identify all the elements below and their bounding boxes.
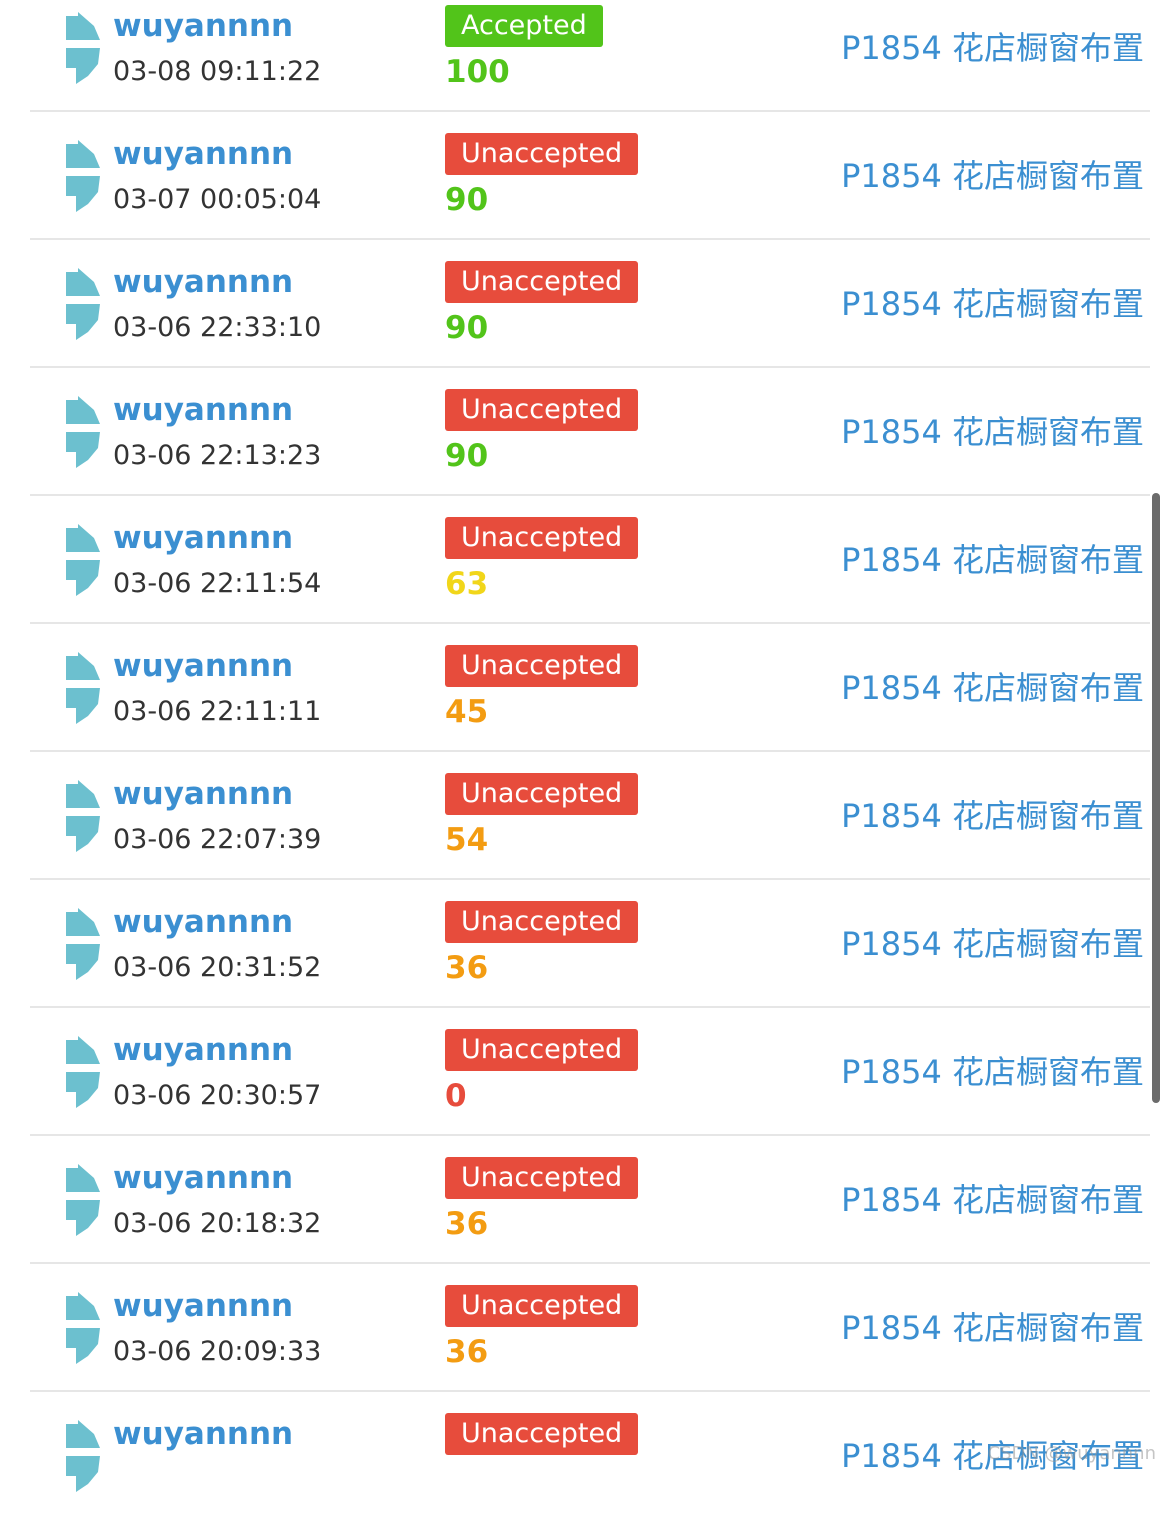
row-divider — [30, 238, 1150, 240]
status-badge[interactable]: Unaccepted — [445, 389, 638, 431]
problem-link[interactable]: P1854 花店橱窗布置 — [841, 154, 1144, 198]
scrollbar[interactable] — [1152, 493, 1160, 1103]
user-avatar-icon[interactable] — [64, 1164, 102, 1236]
problem-link[interactable]: P1854 花店橱窗布置 — [841, 794, 1144, 838]
submission-time: 03-07 00:05:04 — [113, 182, 321, 218]
record-row: wuyannnnUnacceptedP1854 花店橱窗布置 — [0, 1408, 1160, 1536]
problem-link[interactable]: P1854 花店橱窗布置 — [841, 26, 1144, 70]
problem-link[interactable]: P1854 花店橱窗布置 — [841, 1306, 1144, 1350]
problem-link[interactable]: P1854 花店橱窗布置 — [841, 666, 1144, 710]
row-divider — [30, 622, 1150, 624]
score-value: 54 — [445, 820, 488, 860]
user-avatar-icon[interactable] — [64, 1036, 102, 1108]
score-value: 90 — [445, 180, 488, 220]
username-link[interactable]: wuyannnn — [113, 134, 293, 174]
user-avatar-icon[interactable] — [64, 908, 102, 980]
username-link[interactable]: wuyannnn — [113, 1286, 293, 1326]
submission-time: 03-06 20:31:52 — [113, 950, 321, 986]
problem-link[interactable]: P1854 花店橱窗布置 — [841, 410, 1144, 454]
status-badge[interactable]: Unaccepted — [445, 1157, 638, 1199]
username-link[interactable]: wuyannnn — [113, 1030, 293, 1070]
problem-link[interactable]: P1854 花店橱窗布置 — [841, 1178, 1144, 1222]
status-badge[interactable]: Unaccepted — [445, 645, 638, 687]
score-value: 90 — [445, 308, 488, 348]
user-avatar-icon[interactable] — [64, 12, 102, 84]
status-badge[interactable]: Unaccepted — [445, 261, 638, 303]
score-value: 36 — [445, 1204, 488, 1244]
row-divider — [30, 878, 1150, 880]
record-row: wuyannnn 03-06 22:11:11 Unaccepted 45 P1854 … — [0, 640, 1160, 768]
record-list: wuyannnn 03-08 09:11:22 Accepted 100 P1854 花… — [0, 0, 1160, 1470]
status-badge[interactable]: Unaccepted — [445, 517, 638, 559]
username-link[interactable]: wuyannnn — [113, 1414, 293, 1454]
submission-time: 03-08 09:11:22 — [113, 54, 321, 90]
status-badge[interactable]: Unaccepted — [445, 773, 638, 815]
record-row: wuyannnn 03-08 09:11:22 Accepted 100 P1854 花… — [0, 0, 1160, 128]
submission-time: 03-06 20:09:33 — [113, 1334, 321, 1370]
score-value: 90 — [445, 436, 488, 476]
status-badge[interactable]: Unaccepted — [445, 133, 638, 175]
user-avatar-icon[interactable] — [64, 652, 102, 724]
watermark: CSDN @wuyannnn — [988, 1443, 1157, 1464]
username-link[interactable]: wuyannnn — [113, 646, 293, 686]
record-row: wuyannnn 03-06 20:30:57 Unaccepted 0 P1854 花… — [0, 1024, 1160, 1152]
row-divider — [30, 494, 1150, 496]
status-badge[interactable]: Unaccepted — [445, 1029, 638, 1071]
score-value: 0 — [445, 1076, 467, 1116]
status-badge[interactable]: Accepted — [445, 5, 603, 47]
record-row: wuyannnn 03-06 22:33:10 Unaccepted 90 P1854 … — [0, 256, 1160, 384]
user-avatar-icon[interactable] — [64, 780, 102, 852]
username-link[interactable]: wuyannnn — [113, 774, 293, 814]
record-row: wuyannnn 03-06 22:11:54 Unaccepted 63 P1854 … — [0, 512, 1160, 640]
score-value: 36 — [445, 1332, 488, 1372]
row-divider — [30, 110, 1150, 112]
user-avatar-icon[interactable] — [64, 140, 102, 212]
row-divider — [30, 1134, 1150, 1136]
status-badge[interactable]: Unaccepted — [445, 1285, 638, 1327]
submission-time: 03-06 20:30:57 — [113, 1078, 321, 1114]
score-value: 100 — [445, 52, 510, 92]
user-avatar-icon[interactable] — [64, 1420, 102, 1492]
row-divider — [30, 750, 1150, 752]
submission-time: 03-06 20:18:32 — [113, 1206, 321, 1242]
problem-link[interactable]: P1854 花店橱窗布置 — [841, 538, 1144, 582]
status-badge[interactable]: Unaccepted — [445, 1413, 638, 1455]
problem-link[interactable]: P1854 花店橱窗布置 — [841, 922, 1144, 966]
score-value: 63 — [445, 564, 488, 604]
score-value: 45 — [445, 692, 488, 732]
record-row: wuyannnn 03-06 22:13:23 Unaccepted 90 P1854 … — [0, 384, 1160, 512]
user-avatar-icon[interactable] — [64, 268, 102, 340]
submission-time: 03-06 22:13:23 — [113, 438, 321, 474]
problem-link[interactable]: P1854 花店橱窗布置 — [841, 1050, 1144, 1094]
record-row: wuyannnn 03-07 00:05:04 Unaccepted 90 P1854 … — [0, 128, 1160, 256]
record-row: wuyannnn 03-06 22:07:39 Unaccepted 54 P1854 … — [0, 768, 1160, 896]
record-row: wuyannnn 03-06 20:31:52 Unaccepted 36 P1854 … — [0, 896, 1160, 1024]
score-value: 36 — [445, 948, 488, 988]
record-row: wuyannnn 03-06 20:09:33 Unaccepted 36 P1854 … — [0, 1280, 1160, 1408]
row-divider — [30, 1390, 1150, 1392]
username-link[interactable]: wuyannnn — [113, 6, 293, 46]
row-divider — [30, 1006, 1150, 1008]
submission-time: 03-06 22:33:10 — [113, 310, 321, 346]
record-row: wuyannnn 03-06 20:18:32 Unaccepted 36 P1854 … — [0, 1152, 1160, 1280]
submission-time: 03-06 22:07:39 — [113, 822, 321, 858]
submission-time: 03-06 22:11:54 — [113, 566, 321, 602]
username-link[interactable]: wuyannnn — [113, 390, 293, 430]
user-avatar-icon[interactable] — [64, 524, 102, 596]
username-link[interactable]: wuyannnn — [113, 902, 293, 942]
username-link[interactable]: wuyannnn — [113, 1158, 293, 1198]
status-badge[interactable]: Unaccepted — [445, 901, 638, 943]
submission-time: 03-06 22:11:11 — [113, 694, 321, 730]
row-divider — [30, 366, 1150, 368]
user-avatar-icon[interactable] — [64, 1292, 102, 1364]
problem-link[interactable]: P1854 花店橱窗布置 — [841, 282, 1144, 326]
username-link[interactable]: wuyannnn — [113, 518, 293, 558]
user-avatar-icon[interactable] — [64, 396, 102, 468]
username-link[interactable]: wuyannnn — [113, 262, 293, 302]
row-divider — [30, 1262, 1150, 1264]
